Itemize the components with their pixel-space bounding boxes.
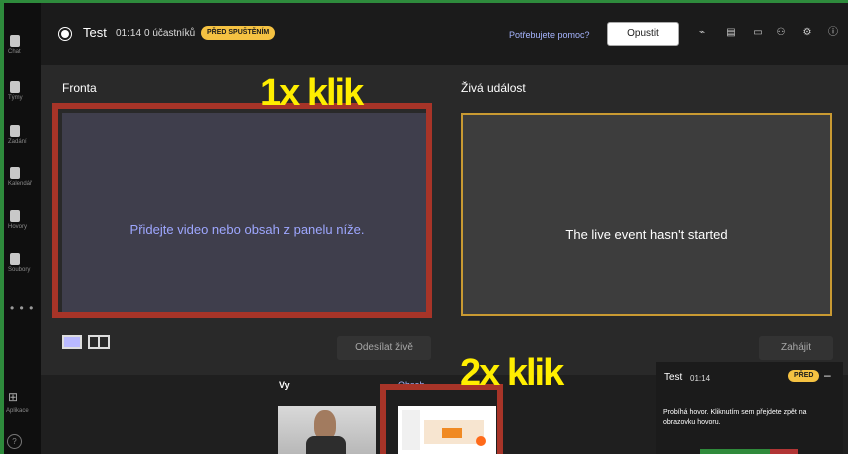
source-you-label: Vy bbox=[279, 380, 290, 390]
rail-item-label: Zadání bbox=[8, 139, 27, 145]
rail-item-calendar[interactable]: Kalendář bbox=[4, 163, 41, 207]
teams-icon bbox=[10, 81, 20, 93]
mini-title: Test bbox=[664, 372, 683, 383]
annotation-second-click: 2x klik bbox=[460, 352, 564, 394]
rail-item-chat[interactable]: Chat bbox=[4, 31, 41, 75]
rail-item-teams[interactable]: Týmy bbox=[4, 77, 41, 121]
apps-label: Aplikace bbox=[6, 408, 29, 414]
presenter-body bbox=[306, 436, 346, 454]
calendar-icon bbox=[10, 167, 20, 179]
slide-sidebar bbox=[402, 410, 420, 450]
queue-placeholder: Přidejte video nebo obsah z panelu níže. bbox=[129, 222, 365, 237]
leave-button[interactable]: Opustit bbox=[607, 22, 679, 46]
settings-icon[interactable]: ⚙ bbox=[801, 27, 813, 39]
apps-button[interactable]: ⊞ Aplikace bbox=[6, 390, 43, 424]
slide-highlight bbox=[442, 428, 462, 438]
annotation-outline-queue bbox=[52, 103, 432, 318]
app-rail: Chat Týmy Zadání Kalendář Hovory Soubory… bbox=[4, 3, 41, 454]
queue-label: Fronta bbox=[62, 81, 97, 95]
help-button[interactable]: ? bbox=[7, 434, 22, 449]
health-icon[interactable]: ⌁ bbox=[696, 27, 708, 39]
files-icon bbox=[10, 253, 20, 265]
rail-item-assignments[interactable]: Zadání bbox=[4, 121, 41, 165]
minimize-button[interactable]: – bbox=[824, 368, 831, 382]
meeting-timer: 01:14 bbox=[116, 28, 142, 39]
notes-icon[interactable]: ▤ bbox=[725, 27, 737, 39]
rail-item-label: Kalendář bbox=[8, 181, 33, 187]
live-status: The live event hasn't started bbox=[565, 227, 728, 242]
mini-timer: 01:14 bbox=[690, 374, 711, 383]
calls-icon bbox=[10, 210, 20, 222]
status-badge: PŘED SPUŠTĚNÍM bbox=[201, 26, 276, 40]
live-preview bbox=[461, 113, 832, 316]
mini-action-red[interactable] bbox=[770, 449, 798, 454]
apps-icon: ⊞ bbox=[8, 390, 19, 404]
meeting-title: Test bbox=[83, 25, 107, 40]
info-icon[interactable]: ⓘ bbox=[827, 27, 839, 39]
send-live-button[interactable]: Odesílat živě bbox=[337, 336, 431, 360]
help-link[interactable]: Potřebujete pomoc? bbox=[509, 30, 590, 40]
source-content-thumbnail[interactable] bbox=[398, 406, 496, 454]
mini-status-badge: PŘED bbox=[788, 370, 820, 382]
rail-item-label: Chat bbox=[8, 49, 21, 55]
layout-split-icon[interactable] bbox=[88, 335, 110, 349]
record-icon bbox=[61, 30, 69, 38]
mini-action-green[interactable] bbox=[700, 449, 770, 454]
slide-graphic bbox=[476, 436, 486, 446]
annotation-first-click: 1x klik bbox=[260, 72, 364, 114]
chat-icon[interactable]: ▭ bbox=[752, 27, 764, 39]
rail-item-label: Týmy bbox=[8, 95, 23, 101]
live-label: Živá událost bbox=[461, 81, 526, 95]
layout-single-icon[interactable] bbox=[62, 335, 82, 349]
meeting-topbar: Test 01:14 0 účastníků PŘED SPUŠTĚNÍM Po… bbox=[41, 3, 848, 65]
rail-item-label: Hovory bbox=[8, 224, 28, 230]
rail-item-calls[interactable]: Hovory bbox=[4, 206, 41, 250]
assignments-icon bbox=[10, 125, 20, 137]
rail-item-files[interactable]: Soubory bbox=[4, 249, 41, 293]
mini-message[interactable]: Probíhá hovor. Kliknutím sem přejdete zp… bbox=[663, 408, 838, 428]
start-button[interactable]: Zahájit bbox=[759, 336, 833, 360]
source-you-thumbnail[interactable] bbox=[278, 406, 376, 454]
chat-icon bbox=[10, 35, 20, 47]
more-apps-button[interactable]: • • • bbox=[10, 301, 34, 315]
participant-count: 0 účastníků bbox=[144, 28, 196, 39]
rail-item-label: Soubory bbox=[8, 267, 31, 273]
participants-icon[interactable]: ⚇ bbox=[775, 27, 787, 39]
